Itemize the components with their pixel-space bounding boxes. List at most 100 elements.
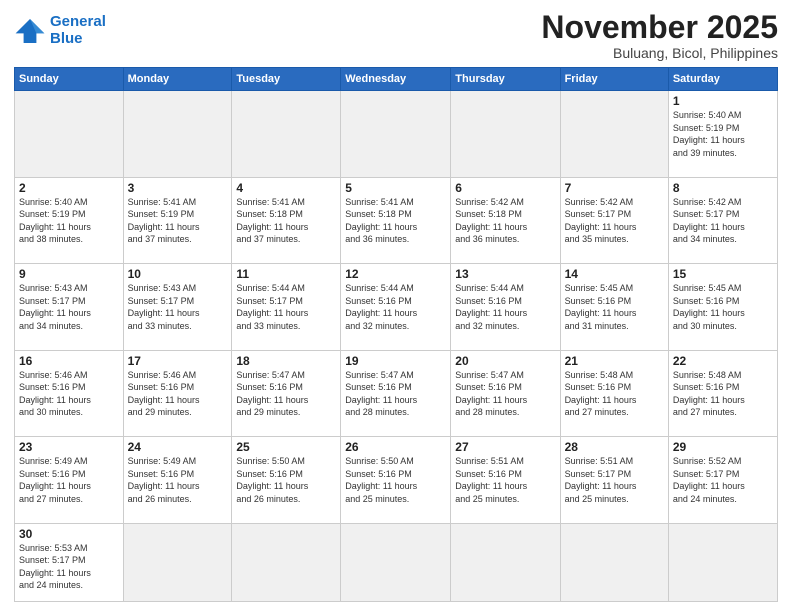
calendar-cell xyxy=(668,523,777,601)
day-number: 12 xyxy=(345,267,446,281)
day-number: 17 xyxy=(128,354,228,368)
calendar-cell xyxy=(123,523,232,601)
calendar-header-wednesday: Wednesday xyxy=(341,68,451,91)
day-number: 1 xyxy=(673,94,773,108)
day-detail: Sunrise: 5:43 AMSunset: 5:17 PMDaylight:… xyxy=(19,282,119,332)
calendar-cell: 14Sunrise: 5:45 AMSunset: 5:16 PMDayligh… xyxy=(560,264,668,351)
day-detail: Sunrise: 5:45 AMSunset: 5:16 PMDaylight:… xyxy=(565,282,664,332)
calendar-header-friday: Friday xyxy=(560,68,668,91)
day-number: 8 xyxy=(673,181,773,195)
day-number: 19 xyxy=(345,354,446,368)
day-number: 20 xyxy=(455,354,555,368)
day-detail: Sunrise: 5:43 AMSunset: 5:17 PMDaylight:… xyxy=(128,282,228,332)
calendar-cell: 10Sunrise: 5:43 AMSunset: 5:17 PMDayligh… xyxy=(123,264,232,351)
logo-general: General xyxy=(50,13,106,30)
calendar-cell: 4Sunrise: 5:41 AMSunset: 5:18 PMDaylight… xyxy=(232,177,341,264)
calendar-header-thursday: Thursday xyxy=(451,68,560,91)
calendar-cell xyxy=(451,523,560,601)
day-detail: Sunrise: 5:51 AMSunset: 5:17 PMDaylight:… xyxy=(565,455,664,505)
calendar-week-1: 2Sunrise: 5:40 AMSunset: 5:19 PMDaylight… xyxy=(15,177,778,264)
day-number: 2 xyxy=(19,181,119,195)
calendar-cell: 25Sunrise: 5:50 AMSunset: 5:16 PMDayligh… xyxy=(232,437,341,524)
calendar-header-tuesday: Tuesday xyxy=(232,68,341,91)
calendar-header-saturday: Saturday xyxy=(668,68,777,91)
day-detail: Sunrise: 5:44 AMSunset: 5:16 PMDaylight:… xyxy=(455,282,555,332)
calendar-week-0: 1Sunrise: 5:40 AMSunset: 5:19 PMDaylight… xyxy=(15,91,778,178)
day-detail: Sunrise: 5:46 AMSunset: 5:16 PMDaylight:… xyxy=(19,369,119,419)
day-detail: Sunrise: 5:47 AMSunset: 5:16 PMDaylight:… xyxy=(455,369,555,419)
day-number: 10 xyxy=(128,267,228,281)
day-detail: Sunrise: 5:40 AMSunset: 5:19 PMDaylight:… xyxy=(673,109,773,159)
day-number: 24 xyxy=(128,440,228,454)
calendar-cell: 12Sunrise: 5:44 AMSunset: 5:16 PMDayligh… xyxy=(341,264,451,351)
day-detail: Sunrise: 5:49 AMSunset: 5:16 PMDaylight:… xyxy=(19,455,119,505)
calendar-cell: 16Sunrise: 5:46 AMSunset: 5:16 PMDayligh… xyxy=(15,350,124,437)
day-detail: Sunrise: 5:50 AMSunset: 5:16 PMDaylight:… xyxy=(236,455,336,505)
calendar-cell: 15Sunrise: 5:45 AMSunset: 5:16 PMDayligh… xyxy=(668,264,777,351)
day-detail: Sunrise: 5:44 AMSunset: 5:17 PMDaylight:… xyxy=(236,282,336,332)
day-number: 4 xyxy=(236,181,336,195)
calendar-cell xyxy=(15,91,124,178)
day-number: 18 xyxy=(236,354,336,368)
calendar-cell: 2Sunrise: 5:40 AMSunset: 5:19 PMDaylight… xyxy=(15,177,124,264)
day-detail: Sunrise: 5:41 AMSunset: 5:18 PMDaylight:… xyxy=(236,196,336,246)
calendar-cell: 6Sunrise: 5:42 AMSunset: 5:18 PMDaylight… xyxy=(451,177,560,264)
logo-icon xyxy=(14,17,46,45)
day-number: 5 xyxy=(345,181,446,195)
logo: General Blue xyxy=(14,14,106,47)
calendar-cell: 24Sunrise: 5:49 AMSunset: 5:16 PMDayligh… xyxy=(123,437,232,524)
day-number: 11 xyxy=(236,267,336,281)
calendar-cell: 28Sunrise: 5:51 AMSunset: 5:17 PMDayligh… xyxy=(560,437,668,524)
calendar-cell xyxy=(232,523,341,601)
calendar-cell: 29Sunrise: 5:52 AMSunset: 5:17 PMDayligh… xyxy=(668,437,777,524)
calendar-header-monday: Monday xyxy=(123,68,232,91)
day-number: 29 xyxy=(673,440,773,454)
calendar-week-2: 9Sunrise: 5:43 AMSunset: 5:17 PMDaylight… xyxy=(15,264,778,351)
calendar-cell: 8Sunrise: 5:42 AMSunset: 5:17 PMDaylight… xyxy=(668,177,777,264)
day-number: 13 xyxy=(455,267,555,281)
day-detail: Sunrise: 5:48 AMSunset: 5:16 PMDaylight:… xyxy=(565,369,664,419)
calendar-week-5: 30Sunrise: 5:53 AMSunset: 5:17 PMDayligh… xyxy=(15,523,778,601)
day-detail: Sunrise: 5:48 AMSunset: 5:16 PMDaylight:… xyxy=(673,369,773,419)
calendar-cell: 21Sunrise: 5:48 AMSunset: 5:16 PMDayligh… xyxy=(560,350,668,437)
day-number: 9 xyxy=(19,267,119,281)
title-block: November 2025 Buluang, Bicol, Philippine… xyxy=(541,10,778,61)
day-number: 30 xyxy=(19,527,119,541)
calendar-week-3: 16Sunrise: 5:46 AMSunset: 5:16 PMDayligh… xyxy=(15,350,778,437)
page: General Blue November 2025 Buluang, Bico… xyxy=(0,0,792,612)
day-detail: Sunrise: 5:41 AMSunset: 5:19 PMDaylight:… xyxy=(128,196,228,246)
day-detail: Sunrise: 5:40 AMSunset: 5:19 PMDaylight:… xyxy=(19,196,119,246)
calendar-cell: 5Sunrise: 5:41 AMSunset: 5:18 PMDaylight… xyxy=(341,177,451,264)
calendar-cell: 7Sunrise: 5:42 AMSunset: 5:17 PMDaylight… xyxy=(560,177,668,264)
day-detail: Sunrise: 5:49 AMSunset: 5:16 PMDaylight:… xyxy=(128,455,228,505)
calendar-header-row: SundayMondayTuesdayWednesdayThursdayFrid… xyxy=(15,68,778,91)
calendar-cell: 18Sunrise: 5:47 AMSunset: 5:16 PMDayligh… xyxy=(232,350,341,437)
calendar-cell: 20Sunrise: 5:47 AMSunset: 5:16 PMDayligh… xyxy=(451,350,560,437)
day-detail: Sunrise: 5:42 AMSunset: 5:18 PMDaylight:… xyxy=(455,196,555,246)
day-detail: Sunrise: 5:42 AMSunset: 5:17 PMDaylight:… xyxy=(673,196,773,246)
calendar-cell: 17Sunrise: 5:46 AMSunset: 5:16 PMDayligh… xyxy=(123,350,232,437)
day-number: 27 xyxy=(455,440,555,454)
day-number: 26 xyxy=(345,440,446,454)
day-number: 15 xyxy=(673,267,773,281)
day-detail: Sunrise: 5:53 AMSunset: 5:17 PMDaylight:… xyxy=(19,542,119,592)
calendar-cell: 1Sunrise: 5:40 AMSunset: 5:19 PMDaylight… xyxy=(668,91,777,178)
calendar-cell xyxy=(560,91,668,178)
day-number: 3 xyxy=(128,181,228,195)
day-detail: Sunrise: 5:42 AMSunset: 5:17 PMDaylight:… xyxy=(565,196,664,246)
day-number: 21 xyxy=(565,354,664,368)
calendar-cell: 27Sunrise: 5:51 AMSunset: 5:16 PMDayligh… xyxy=(451,437,560,524)
day-detail: Sunrise: 5:44 AMSunset: 5:16 PMDaylight:… xyxy=(345,282,446,332)
day-detail: Sunrise: 5:51 AMSunset: 5:16 PMDaylight:… xyxy=(455,455,555,505)
calendar-cell xyxy=(560,523,668,601)
calendar-cell: 22Sunrise: 5:48 AMSunset: 5:16 PMDayligh… xyxy=(668,350,777,437)
calendar-cell: 11Sunrise: 5:44 AMSunset: 5:17 PMDayligh… xyxy=(232,264,341,351)
month-title: November 2025 xyxy=(541,10,778,45)
calendar-cell: 30Sunrise: 5:53 AMSunset: 5:17 PMDayligh… xyxy=(15,523,124,601)
calendar-cell: 3Sunrise: 5:41 AMSunset: 5:19 PMDaylight… xyxy=(123,177,232,264)
day-number: 6 xyxy=(455,181,555,195)
calendar-cell xyxy=(451,91,560,178)
calendar-cell: 19Sunrise: 5:47 AMSunset: 5:16 PMDayligh… xyxy=(341,350,451,437)
logo-blue: Blue xyxy=(50,30,83,47)
day-number: 16 xyxy=(19,354,119,368)
